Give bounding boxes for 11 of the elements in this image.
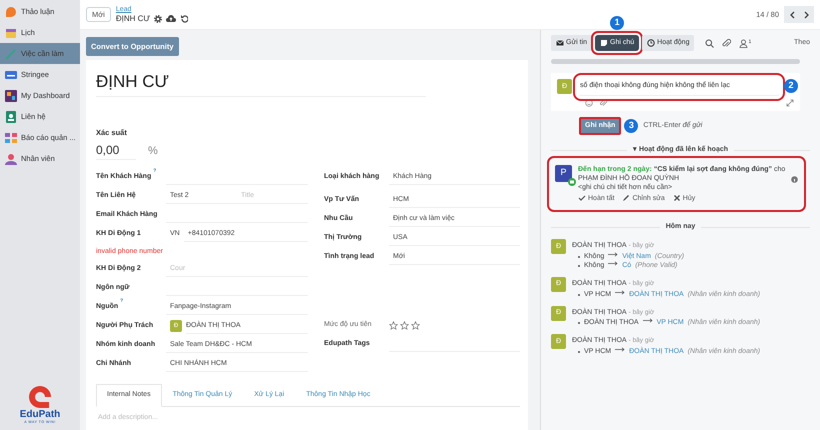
avatar-letter: P <box>560 166 566 180</box>
record-title: ĐỊNH CƯ <box>96 72 426 97</box>
unit-label: % <box>148 144 158 160</box>
callout-marker: 2 <box>784 79 798 93</box>
help-marker[interactable]: ? <box>153 168 156 174</box>
probability-field[interactable]: 0,00 <box>96 140 136 160</box>
help-marker[interactable]: ? <box>120 298 124 304</box>
follower-count: 1 <box>748 38 752 46</box>
callout-marker: 3 <box>624 118 638 133</box>
logo-text: EduPath <box>20 410 60 420</box>
record-name: ĐỊNH CƯ <box>116 14 150 24</box>
